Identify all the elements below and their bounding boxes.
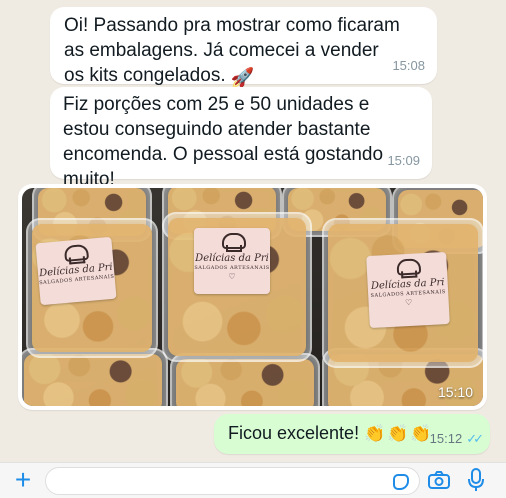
incoming-message[interactable]: Fiz porções com 25 e 50 unidades e estou… xyxy=(50,87,432,190)
label-brand: Delícias da Pri xyxy=(195,253,269,264)
chef-hat-icon xyxy=(221,233,246,252)
incoming-message[interactable]: Oi! Passando pra mostrar como ficaram as… xyxy=(50,7,437,89)
microphone-icon[interactable] xyxy=(468,468,484,492)
product-label: Delícias da Pri SALGADOS ARTESANAIS ♡ xyxy=(366,251,450,329)
double-check-icon: ✓✓ xyxy=(466,431,484,446)
label-subtitle: SALGADOS ARTESANAIS xyxy=(194,265,270,271)
camera-icon[interactable] xyxy=(428,471,450,489)
photo-message[interactable]: Delícias da Pri SALGADOS ARTESANAIS Delí… xyxy=(18,184,487,410)
message-text: Oi! Passando pra mostrar como ficaram as… xyxy=(64,13,423,91)
product-label: Delícias da Pri SALGADOS ARTESANAIS ♡ xyxy=(194,228,270,294)
sticker-icon[interactable] xyxy=(393,474,409,490)
chef-hat-icon xyxy=(395,258,418,277)
chat-area: Oi! Passando pra mostrar como ficaram as… xyxy=(0,0,506,460)
message-text: Ficou excelente! xyxy=(228,423,365,443)
heart-icon: ♡ xyxy=(228,272,236,281)
message-meta: 15:12 ✓✓ xyxy=(429,431,484,447)
message-time: 15:08 xyxy=(392,58,425,73)
plus-icon[interactable]: + xyxy=(10,466,36,494)
product-label: Delícias da Pri SALGADOS ARTESANAIS xyxy=(35,236,117,306)
clap-emoji: 👏👏👏 xyxy=(364,424,434,443)
message-text: Fiz porções com 25 e 50 unidades e estou… xyxy=(63,94,384,190)
outgoing-message[interactable]: Ficou excelente! 👏👏👏 15:12 ✓✓ xyxy=(214,414,490,454)
photo-time: 15:10 xyxy=(437,384,473,400)
message-input[interactable] xyxy=(45,467,420,495)
composer-bar: + xyxy=(0,462,506,498)
chef-hat-icon xyxy=(63,244,86,264)
message-time: 15:12 xyxy=(429,431,463,446)
photo-image[interactable]: Delícias da Pri SALGADOS ARTESANAIS Delí… xyxy=(22,188,483,406)
message-time: 15:09 xyxy=(387,153,420,168)
